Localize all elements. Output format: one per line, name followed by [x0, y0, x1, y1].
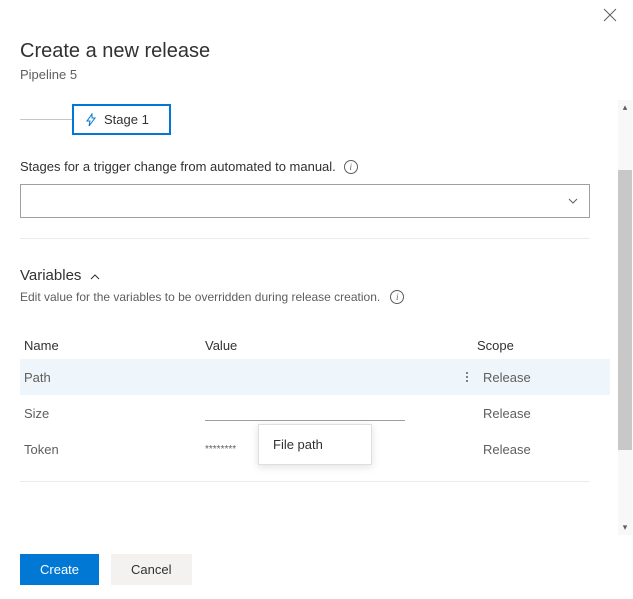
value-input[interactable] [205, 405, 405, 421]
table-row[interactable]: Path Release [20, 359, 610, 395]
lightning-icon [84, 113, 98, 127]
var-scope: Release [483, 370, 531, 385]
info-icon[interactable]: i [344, 160, 358, 174]
variables-title: Variables [20, 267, 81, 284]
scrollbar-thumb[interactable] [618, 170, 632, 450]
table-header: Name Value Scope [20, 332, 610, 359]
var-scope: Release [483, 406, 531, 421]
scroll-down-icon[interactable]: ▾ [618, 520, 632, 534]
chevron-down-icon [567, 195, 579, 207]
close-icon[interactable] [603, 8, 623, 28]
info-icon[interactable]: i [390, 290, 404, 304]
stage-label: Stage 1 [104, 112, 149, 127]
scroll-up-icon[interactable]: ▴ [618, 100, 632, 114]
column-name: Name [20, 338, 205, 353]
panel-header: Create a new release Pipeline 5 [0, 0, 633, 92]
divider [20, 481, 590, 482]
stage-graph: Stage 1 [20, 104, 613, 135]
create-button[interactable]: Create [20, 554, 99, 585]
masked-value: ******** [205, 444, 236, 455]
stage-node[interactable]: Stage 1 [72, 104, 171, 135]
stage-connector [20, 119, 72, 120]
variables-toggle[interactable]: Variables [20, 267, 613, 284]
pipeline-name: Pipeline 5 [20, 67, 613, 82]
tooltip: File path [258, 424, 372, 465]
var-value[interactable] [205, 405, 455, 421]
kebab-menu-icon[interactable] [459, 368, 475, 386]
var-name: Path [20, 370, 205, 385]
variables-description: Edit value for the variables to be overr… [20, 290, 613, 304]
column-scope: Scope [455, 338, 610, 353]
page-title: Create a new release [20, 40, 613, 63]
column-value: Value [205, 338, 455, 353]
trigger-stages-dropdown[interactable] [20, 184, 590, 218]
var-name: Size [20, 406, 205, 421]
var-scope: Release [483, 442, 531, 457]
trigger-section-label: Stages for a trigger change from automat… [20, 159, 613, 174]
chevron-up-icon [89, 270, 101, 282]
footer: Create Cancel [20, 554, 192, 585]
var-name: Token [20, 442, 205, 457]
divider [20, 238, 590, 239]
cancel-button[interactable]: Cancel [111, 554, 191, 585]
